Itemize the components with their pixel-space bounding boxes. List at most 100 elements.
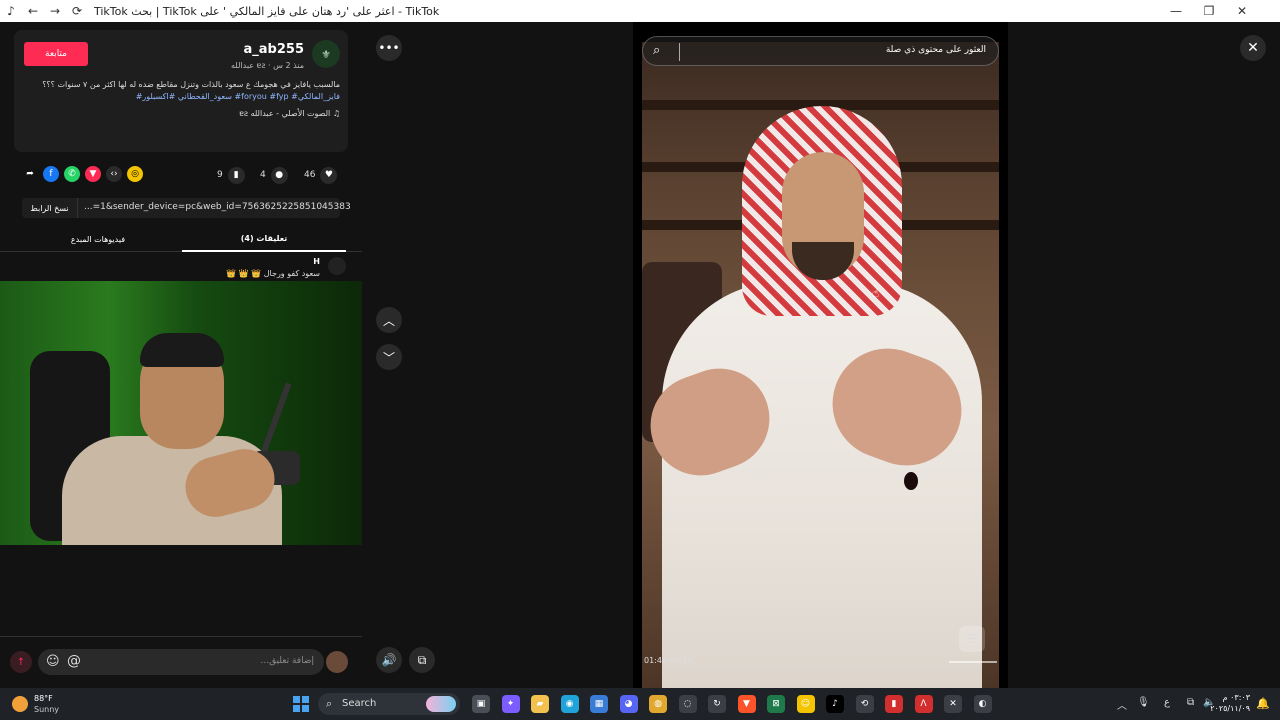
app-icon-9[interactable]: ◐: [973, 695, 992, 713]
emoji-icon[interactable]: ☺: [46, 654, 60, 669]
comment-input[interactable]: ☺ @ إضافة تعليق...: [38, 649, 324, 675]
taskbar-search-label: Search: [342, 698, 377, 709]
volume-button[interactable]: 🔊: [376, 647, 402, 673]
microphone-icon[interactable]: 🎙: [1137, 697, 1150, 708]
video-progress-bar[interactable]: [949, 661, 997, 663]
weather-condition: Sunny: [34, 705, 60, 714]
author-username[interactable]: a_ab255: [244, 42, 305, 57]
author-meta: عبدالله ɐƨ · منذ 2 س: [231, 61, 304, 70]
search-icon: ⌕: [326, 697, 333, 710]
post-hashtags[interactable]: #سعود_القحطاني #اكسبلور #foryou #fyp #فا…: [30, 91, 340, 103]
previous-video-button[interactable]: ︿: [376, 307, 402, 333]
file-explorer-icon[interactable]: ▰: [531, 695, 549, 713]
copilot-icon[interactable]: ✦: [501, 695, 520, 713]
commenter-avatar[interactable]: [328, 257, 346, 275]
send-icon[interactable]: ▼: [85, 166, 101, 182]
window-close-button[interactable]: ✕: [1226, 0, 1258, 22]
facebook-icon[interactable]: f: [43, 166, 59, 182]
network-icon[interactable]: ⧉: [1187, 697, 1194, 708]
comment-input-bar: ↑ ☺ @ إضافة تعليق...: [0, 636, 362, 688]
chrome-icon[interactable]: ◍: [649, 695, 667, 713]
related-search-text: العثور على محتوى ذي صلة: [885, 45, 986, 55]
share-link-row: نسخ الرابط ...=1&sender_device=pc&web_id…: [22, 198, 351, 218]
captions-icon[interactable]: ☰: [959, 626, 985, 652]
likes-stat[interactable]: 46 ♥: [304, 165, 338, 185]
refresh-icon[interactable]: ⟳: [66, 0, 88, 22]
related-video-thumbnail[interactable]: [0, 281, 362, 545]
copy-link-button[interactable]: نسخ الرابط: [22, 198, 78, 218]
brave-icon[interactable]: ▼: [737, 695, 756, 713]
app-icon-6[interactable]: ▮: [885, 695, 903, 713]
tab-comments[interactable]: (4) تعليقات: [182, 227, 346, 252]
likes-count: 46: [304, 170, 316, 180]
app-icon-5[interactable]: ⟲: [855, 695, 874, 713]
minimize-button[interactable]: —: [1160, 0, 1192, 22]
window-title: TikTok بحث | TikTok اعثر على 'رد هتان عل…: [94, 4, 440, 18]
system-clock[interactable]: ٠٣:٠٣ م ٢٠٢٥/١١/٠٩: [1210, 692, 1250, 714]
share-link-url[interactable]: ...=1&sender_device=pc&web_id=7563625225…: [84, 202, 351, 212]
coin-icon[interactable]: ◎: [127, 166, 143, 182]
forward-icon[interactable]: →: [44, 0, 66, 22]
tiktok-app-icon: ♪: [7, 4, 15, 18]
app-icon-4[interactable]: ☺: [796, 695, 815, 713]
back-icon[interactable]: ←: [22, 0, 44, 22]
post-music[interactable]: ♫ الصوت الأصلي - عبدالله ɐƨ: [239, 109, 340, 118]
close-video-button[interactable]: ✕: [1240, 35, 1266, 61]
video-player[interactable]: ⌕ العثور على محتوى ذي صلة ☰ 01:49/00:18: [633, 22, 1008, 688]
task-view-icon[interactable]: ▣: [472, 695, 490, 713]
author-avatar[interactable]: ⚜: [312, 40, 340, 68]
heart-icon: ♥: [320, 166, 338, 184]
taskbar-search[interactable]: ⌕ Search: [318, 693, 460, 715]
tab-creator-videos[interactable]: فيديوهات المبدع: [18, 227, 178, 252]
sun-icon: [12, 696, 28, 712]
actions-row: ➦ f ✆ ▼ ‹› ◎ 9 ▮ 4 ● 46 ♥: [14, 164, 348, 186]
embed-icon[interactable]: ‹›: [106, 166, 122, 182]
discord-icon[interactable]: ◕: [619, 695, 638, 713]
input-language-indicator[interactable]: ع: [1164, 697, 1170, 708]
comments-stat[interactable]: 4 ●: [260, 165, 288, 185]
saves-count: 9: [217, 170, 223, 180]
mic-arm: [258, 382, 292, 460]
send-comment-button[interactable]: ↑: [10, 651, 32, 673]
post-card: ⚜ a_ab255 عبدالله ɐƨ · منذ 2 س متابعة ما…: [14, 30, 348, 152]
picture-in-picture-button[interactable]: ⧉: [409, 647, 435, 673]
window-titlebar: ♪ ← → ⟳ TikTok بحث | TikTok اعثر على 'رد…: [0, 0, 1280, 22]
start-button[interactable]: [293, 696, 309, 712]
app-icon-7[interactable]: Λ: [914, 695, 933, 713]
tiktok-icon[interactable]: ♪: [826, 695, 844, 713]
weather-temp: 88°F: [34, 694, 53, 703]
app-icon-8[interactable]: ✕: [944, 695, 962, 713]
app-icon-3[interactable]: ⊠: [767, 695, 785, 713]
related-search-bar[interactable]: ⌕ العثور على محتوى ذي صلة: [642, 36, 999, 66]
clock-date: ٢٠٢٥/١١/٠٩: [1210, 704, 1250, 713]
commenter-name[interactable]: H: [313, 257, 320, 266]
search-icon[interactable]: ⌕: [653, 43, 660, 58]
bookmark-icon: ▮: [227, 166, 245, 184]
notification-icon[interactable]: 🔔: [1256, 697, 1270, 710]
next-video-button[interactable]: ﹀: [376, 344, 402, 370]
app-icon-2[interactable]: ↻: [708, 695, 726, 713]
tray-overflow-icon[interactable]: ︿: [1117, 697, 1127, 712]
maximize-button[interactable]: ❐: [1193, 0, 1225, 22]
whatsapp-icon[interactable]: ✆: [64, 166, 80, 182]
comment-text: سعود كفو ورجال 👑 👑 👑: [226, 269, 320, 278]
app-icon-1[interactable]: ◌: [678, 695, 697, 713]
comment-icon: ●: [270, 166, 288, 184]
windows-taskbar: 88°F Sunny ⌕ Search ▣ ✦ ▰ ◉ ▦ ◕ ◍ ◌ ↻ ▼ ⊠ ☺ ♪ ⟲ ▮ Λ ✕ ◐ ︿…: [0, 688, 1280, 720]
saves-stat[interactable]: 9 ▮: [217, 165, 245, 185]
video-timecode: 01:49/00:18: [644, 656, 693, 665]
store-icon[interactable]: ▦: [590, 695, 608, 713]
person-hair: [140, 333, 224, 367]
weather-widget[interactable]: 88°F Sunny: [12, 692, 102, 716]
my-avatar[interactable]: [326, 651, 348, 673]
share-arrow-icon[interactable]: ➦: [22, 166, 38, 182]
comment-item: H سعود كفو ورجال 👑 👑 👑: [0, 254, 362, 284]
clock-time: ٠٣:٠٣ م: [1222, 693, 1250, 702]
video-frame: [636, 42, 999, 688]
more-options-button[interactable]: •••: [376, 35, 402, 61]
mention-icon[interactable]: @: [67, 653, 81, 669]
edge-icon[interactable]: ◉: [560, 695, 579, 713]
follow-button[interactable]: متابعة: [24, 42, 88, 66]
panel-tabs: فيديوهات المبدع (4) تعليقات: [0, 227, 362, 252]
tiktok-app: ⚜ a_ab255 عبدالله ɐƨ · منذ 2 س متابعة ما…: [0, 22, 1280, 688]
